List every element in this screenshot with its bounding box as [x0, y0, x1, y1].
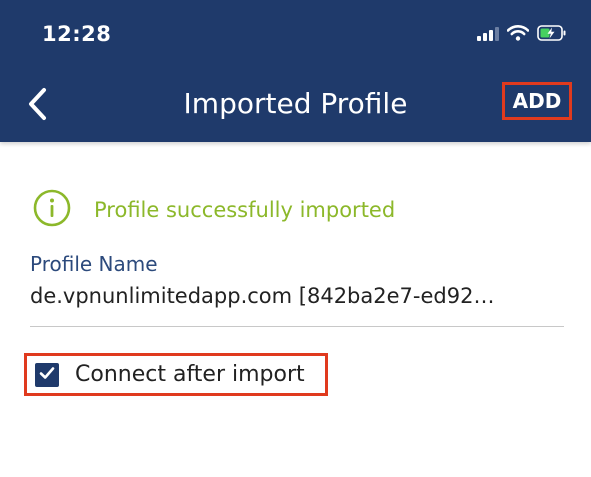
info-circle-icon	[32, 188, 72, 232]
connect-after-import-option[interactable]: Connect after import	[24, 353, 328, 396]
status-icons	[477, 24, 567, 46]
import-success-notice: Profile successfully imported	[32, 188, 396, 232]
notice-text: Profile successfully imported	[94, 198, 396, 222]
add-button-label: ADD	[512, 89, 562, 113]
connect-after-import-checkbox[interactable]	[35, 362, 59, 387]
chevron-left-icon	[22, 88, 58, 128]
add-button[interactable]: ADD	[502, 82, 572, 120]
status-time: 12:28	[42, 22, 112, 46]
checkmark-icon	[38, 364, 56, 386]
app-header: 12:28 Imported Profile ADD	[0, 0, 591, 142]
connect-after-import-label: Connect after import	[75, 362, 305, 387]
battery-charging-icon	[537, 25, 567, 45]
profile-name-field[interactable]: de.vpnunlimitedapp.com [842ba2e7-ed92…	[30, 284, 564, 308]
profile-name-label: Profile Name	[30, 252, 158, 276]
signal-icon	[477, 26, 499, 45]
back-button[interactable]	[22, 84, 58, 124]
wifi-icon	[506, 25, 530, 45]
field-underline	[30, 326, 564, 327]
